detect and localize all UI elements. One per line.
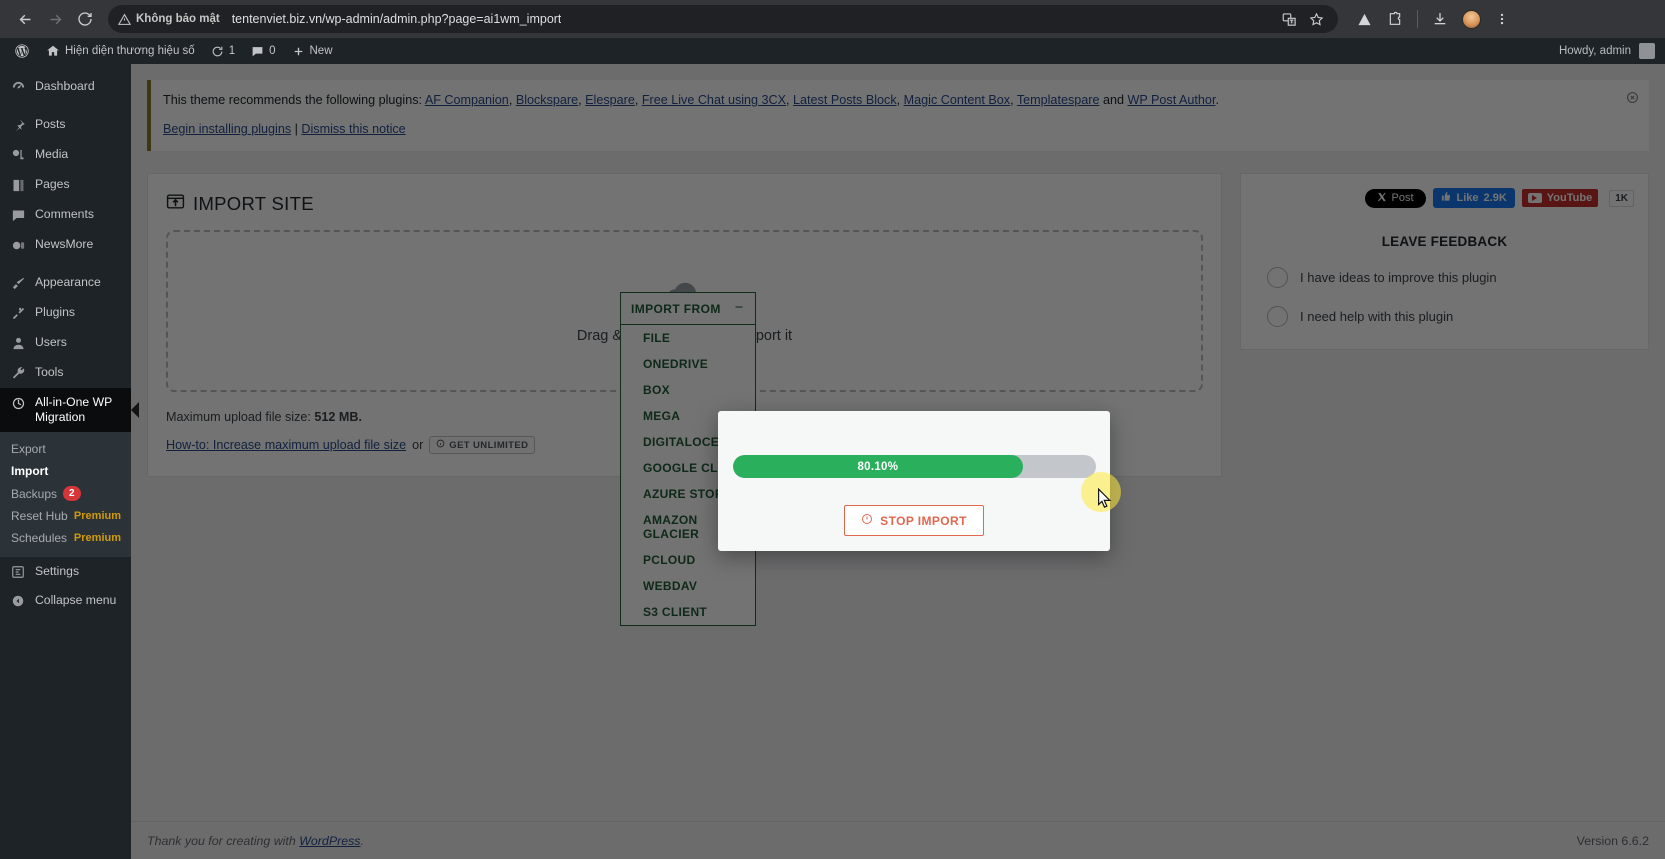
security-status-label: Không bảo mật <box>136 13 220 25</box>
bookmark-star-icon[interactable] <box>1309 12 1324 27</box>
menu-separator <box>0 102 131 110</box>
collapse-arrow-icon <box>9 593 27 608</box>
sidebar-item-label: Comments <box>35 207 94 221</box>
dashboard-icon <box>9 79 27 95</box>
sidebar-item-plugins[interactable]: Plugins <box>0 298 131 328</box>
progress-bar-fill: 80.10% <box>732 455 1024 478</box>
sidebar-item-dashboard[interactable]: Dashboard <box>0 72 131 102</box>
sidebar-item-tools[interactable]: Tools <box>0 358 131 388</box>
comments-count: 0 <box>269 45 276 57</box>
submenu-item-export[interactable]: Export <box>0 438 131 460</box>
wrench-icon <box>9 365 27 381</box>
comment-icon <box>9 207 27 223</box>
sidebar-item-comments[interactable]: Comments <box>0 200 131 230</box>
stop-import-label: STOP IMPORT <box>880 513 967 528</box>
reload-icon[interactable] <box>70 4 100 34</box>
submenu-label: Schedules <box>11 531 68 545</box>
newsmore-icon <box>9 237 27 253</box>
sidebar-item-settings[interactable]: Settings <box>0 557 131 586</box>
wordpress-logo-icon[interactable] <box>6 38 38 64</box>
sidebar-item-media[interactable]: Media <box>0 140 131 170</box>
updates-count: 1 <box>228 45 236 57</box>
brush-icon <box>9 275 27 291</box>
submenu-item-backups[interactable]: Backups 2 <box>0 482 131 505</box>
avatar[interactable] <box>1639 43 1655 59</box>
plugin-icon <box>9 305 27 321</box>
kebab-menu-icon[interactable] <box>1495 11 1509 27</box>
profile-avatar-icon[interactable] <box>1462 9 1481 29</box>
browser-toolbar: Không bảo mật tentenviet.biz.vn/wp-admin… <box>0 0 1665 38</box>
comments-indicator[interactable]: 0 <box>243 38 283 64</box>
sidebar-item-label: Collapse menu <box>35 593 117 607</box>
sidebar-item-users[interactable]: Users <box>0 328 131 358</box>
sidebar-item-posts[interactable]: Posts <box>0 110 131 140</box>
pin-icon <box>9 117 27 133</box>
toolbar-divider <box>1417 10 1418 28</box>
backups-count-badge: 2 <box>63 486 81 501</box>
updates-indicator[interactable]: 1 <box>203 38 243 64</box>
new-content-button[interactable]: New <box>284 38 341 64</box>
gear-icon <box>9 564 27 579</box>
sidebar-item-label: Posts <box>35 117 66 131</box>
media-icon <box>9 147 27 163</box>
progress-percent-label: 80.10% <box>857 460 899 473</box>
premium-tag: Premium <box>73 510 121 522</box>
sidebar-item-label: Users <box>35 335 67 349</box>
sidebar-item-appearance[interactable]: Appearance <box>0 268 131 298</box>
premium-tag: Premium <box>73 532 121 544</box>
forward-arrow-icon[interactable] <box>40 4 70 34</box>
url-text: tentenviet.biz.vn/wp-admin/admin.php?pag… <box>231 12 562 26</box>
new-label: New <box>309 45 333 57</box>
wp-admin-bar: Hiện diện thương hiệu số 1 0 New Howdy, … <box>0 38 1665 64</box>
admin-content: This theme recommends the following plug… <box>131 64 1665 859</box>
download-icon[interactable] <box>1432 11 1448 27</box>
sidebar-item-label: Dashboard <box>35 79 95 93</box>
sidebar-item-pages[interactable]: Pages <box>0 170 131 200</box>
sidebar-item-label: Media <box>35 147 69 161</box>
mouse-cursor <box>1097 487 1112 513</box>
back-arrow-icon[interactable] <box>10 4 40 34</box>
progress-bar-track: 80.10% <box>732 455 1096 478</box>
user-icon <box>9 335 27 351</box>
translate-icon[interactable] <box>1282 12 1297 27</box>
submenu-item-import[interactable]: Import <box>0 460 131 482</box>
pages-icon <box>9 177 27 193</box>
howdy-label[interactable]: Howdy, admin <box>1559 45 1631 57</box>
sidebar-item-newsmore[interactable]: NewsMore <box>0 230 131 260</box>
sidebar-item-label: Pages <box>35 177 70 191</box>
extension-triangle-icon[interactable] <box>1356 11 1373 28</box>
puzzle-icon[interactable] <box>1387 11 1403 27</box>
collapse-menu-button[interactable]: Collapse menu <box>0 586 131 615</box>
sidebar-item-label: NewsMore <box>35 237 94 251</box>
submenu-label: Export <box>11 442 46 456</box>
submenu-item-reset-hub[interactable]: Reset Hub Premium <box>0 505 131 527</box>
migration-icon <box>9 395 27 411</box>
sidebar-item-label: All-in-One WP Migration <box>35 395 112 424</box>
submenu-label: Import <box>11 464 49 478</box>
sidebar-item-label: Settings <box>35 564 80 578</box>
admin-sidebar: Dashboard Posts Media Pages Comments New… <box>0 64 139 859</box>
site-name-link[interactable]: Hiện diện thương hiệu số <box>38 38 203 64</box>
menu-separator <box>0 260 131 268</box>
warning-circle-icon <box>861 513 873 528</box>
site-name-label: Hiện diện thương hiệu số <box>65 45 195 57</box>
sidebar-item-label: Tools <box>35 365 64 379</box>
migration-submenu: Export Import Backups 2 Reset Hub Premiu… <box>0 432 131 557</box>
submenu-label: Backups <box>11 486 58 501</box>
import-progress-modal: 80.10% STOP IMPORT <box>718 411 1110 551</box>
sidebar-item-label: Plugins <box>35 305 75 319</box>
submenu-label: Reset Hub <box>11 509 68 523</box>
stop-import-button[interactable]: STOP IMPORT <box>844 505 984 536</box>
address-bar[interactable]: Không bảo mật tentenviet.biz.vn/wp-admin… <box>108 5 1338 33</box>
sidebar-item-all-in-one-wp-migration[interactable]: All-in-One WP Migration <box>0 388 139 432</box>
admin-body: Dashboard Posts Media Pages Comments New… <box>0 64 1665 859</box>
submenu-item-schedules[interactable]: Schedules Premium <box>0 527 131 549</box>
security-status-chip[interactable]: Không bảo mật <box>118 13 220 26</box>
sidebar-item-label: Appearance <box>35 275 101 289</box>
